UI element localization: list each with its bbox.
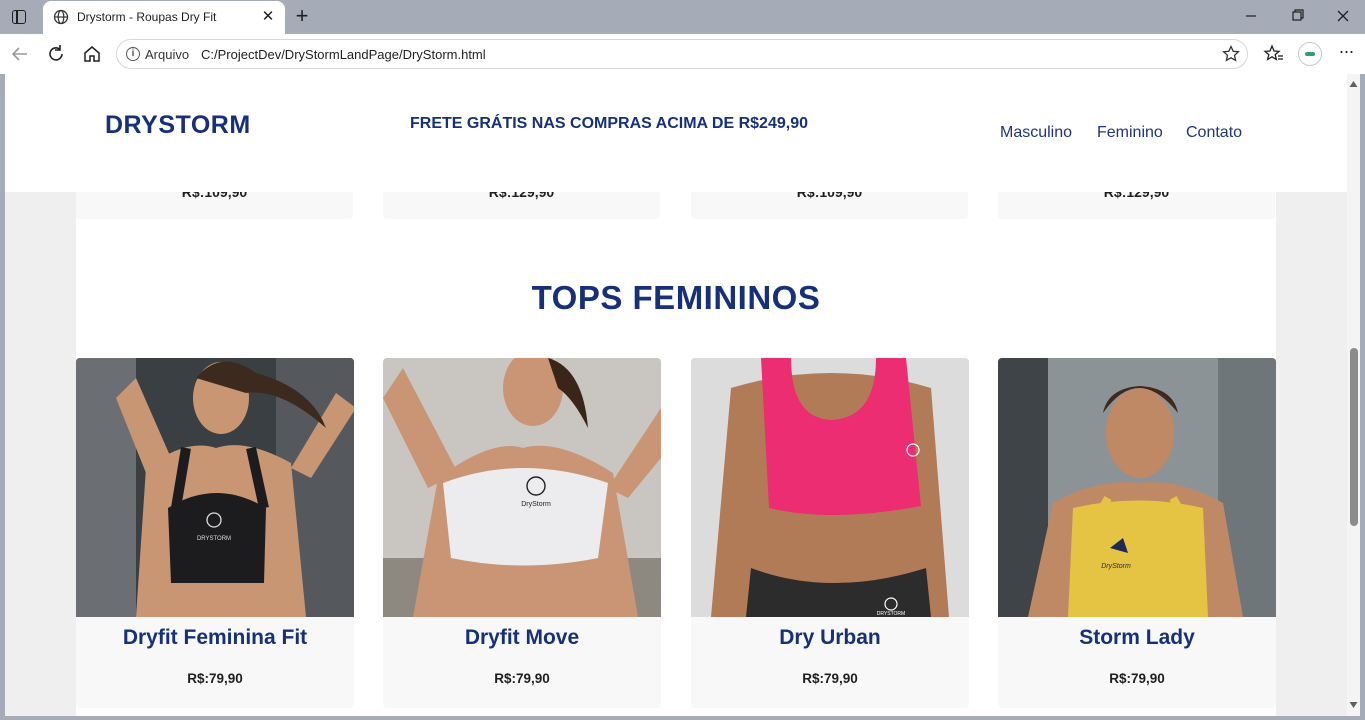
product-price: R$:79,90 (1109, 671, 1165, 686)
product-name[interactable]: Storm Lady (998, 626, 1276, 650)
top-logo-text: DryStorm (1101, 563, 1131, 570)
tab-title: Drystorm - Roupas Dry Fit (77, 10, 217, 24)
product-card-dryfit-move[interactable]: DryStorm Dryfit Move R$:79,90 (383, 358, 661, 708)
top-logo-text: DRYSTORM (197, 536, 231, 542)
previous-product-card[interactable]: R$:109,90 (76, 184, 353, 219)
brand-logo[interactable]: DRYSTORM (105, 111, 251, 140)
free-shipping-banner: FRETE GRÁTIS NAS COMPRAS ACIMA DE R$249,… (410, 115, 808, 132)
nav-link-masculino[interactable]: Masculino (1000, 124, 1072, 142)
tab-actions-icon[interactable] (9, 7, 29, 27)
product-photo: DRYSTORM (76, 358, 354, 617)
top-logo-text: DRYSTORM (877, 611, 905, 617)
restore-icon[interactable] (1285, 6, 1309, 26)
product-photo: DRYSTORM (691, 358, 969, 617)
previous-product-card[interactable]: R$:109,90 (691, 184, 968, 219)
back-icon[interactable] (8, 42, 32, 66)
section-title: TOPS FEMININOS (531, 279, 821, 316)
product-card-dry-urban[interactable]: DRYSTORM Dry Urban R$:79,90 (691, 358, 969, 708)
top-logo-text: DryStorm (521, 501, 551, 508)
home-icon[interactable] (80, 42, 104, 66)
profile-avatar[interactable] (1298, 42, 1322, 66)
minimize-icon[interactable] (1239, 6, 1263, 26)
nav-link-contato[interactable]: Contato (1186, 124, 1242, 142)
product-photo: DryStorm (998, 358, 1276, 617)
favorite-star-icon[interactable] (1221, 44, 1241, 64)
close-window-icon[interactable] (1331, 6, 1355, 26)
products-section: R$:109,90 R$:129,90 R$:109,90 R$:129,90 … (76, 184, 1276, 716)
product-name[interactable]: Dryfit Move (383, 626, 661, 650)
page-scrollbar[interactable] (1347, 74, 1360, 716)
product-card-dryfit-feminina-fit[interactable]: DRYSTORM Dryfit Feminina Fit R$:79,90 (76, 358, 354, 708)
reload-icon[interactable] (44, 42, 68, 66)
scroll-down-icon[interactable] (1349, 701, 1358, 709)
product-price: R$:79,90 (187, 671, 243, 686)
address-url[interactable]: C:/ProjectDev/DryStormLandPage/DryStorm.… (201, 47, 486, 62)
address-bar[interactable]: i Arquivo C:/ProjectDev/DryStormLandPage… (116, 39, 1248, 69)
new-tab-icon[interactable]: + (290, 5, 314, 29)
scroll-up-icon[interactable] (1349, 80, 1358, 88)
previous-product-card[interactable]: R$:129,90 (998, 184, 1275, 219)
favorites-icon[interactable] (1262, 42, 1286, 66)
product-price: R$:79,90 (494, 671, 550, 686)
globe-icon (53, 9, 69, 25)
scrollbar-thumb[interactable] (1350, 348, 1358, 526)
browser-toolbar: i Arquivo C:/ProjectDev/DryStormLandPage… (0, 34, 1365, 74)
site-header: DRYSTORM FRETE GRÁTIS NAS COMPRAS ACIMA … (5, 74, 1347, 192)
tab-strip: Drystorm - Roupas Dry Fit ✕ + (0, 0, 1365, 34)
product-price: R$:79,90 (802, 671, 858, 686)
page-viewport: DRYSTORM FRETE GRÁTIS NAS COMPRAS ACIMA … (5, 74, 1347, 716)
product-name[interactable]: Dry Urban (691, 626, 969, 650)
nav-link-feminino[interactable]: Feminino (1097, 124, 1163, 142)
tab-close-icon[interactable]: ✕ (259, 8, 277, 26)
address-scheme: Arquivo (145, 47, 190, 62)
more-options-icon[interactable]: ··· (1334, 40, 1358, 64)
product-name[interactable]: Dryfit Feminina Fit (76, 626, 354, 650)
product-card-storm-lady[interactable]: DryStorm Storm Lady R$:79,90 (998, 358, 1276, 708)
browser-tab-active[interactable]: Drystorm - Roupas Dry Fit ✕ (43, 1, 285, 34)
site-info-icon[interactable]: i (126, 47, 140, 61)
previous-product-card[interactable]: R$:129,90 (383, 184, 660, 219)
product-photo: DryStorm (383, 358, 661, 617)
